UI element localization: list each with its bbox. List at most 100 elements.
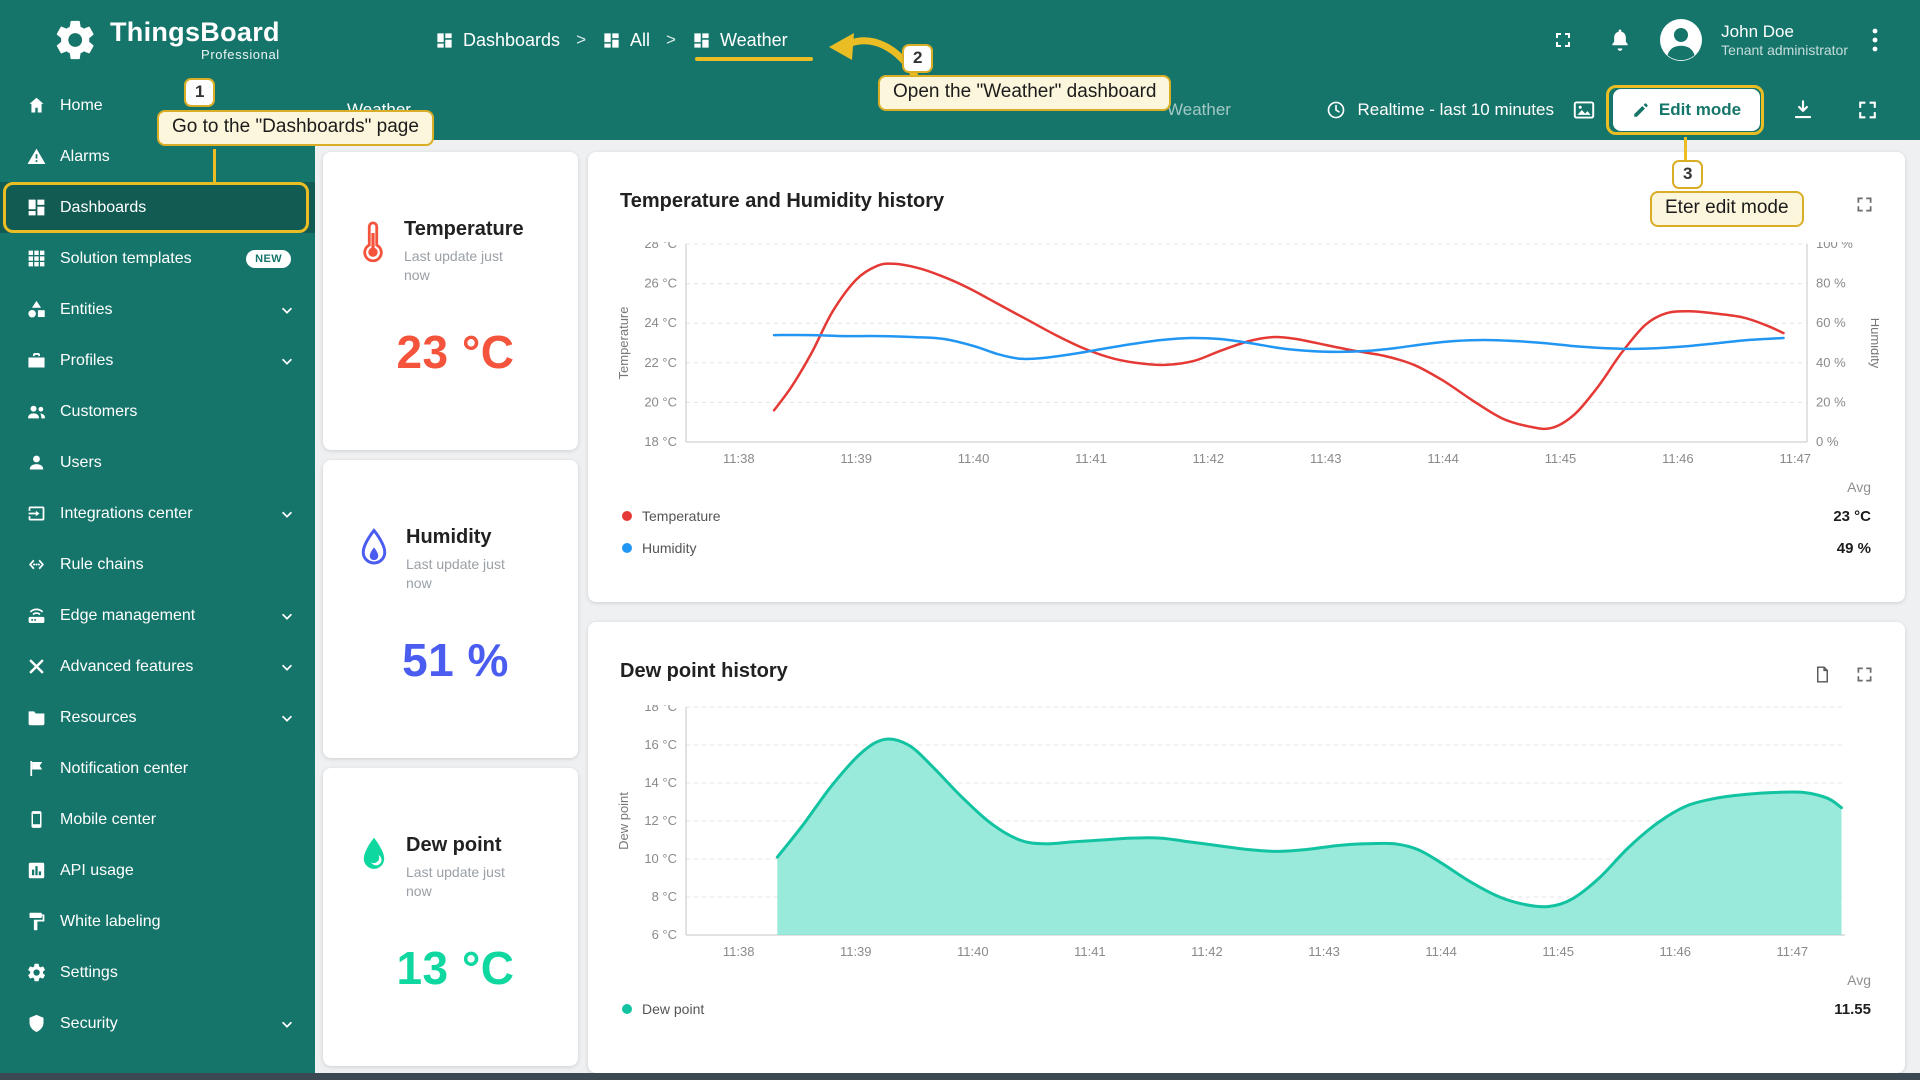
brand-subtitle: Professional [201, 47, 280, 62]
avg-header: Avg [1833, 474, 1871, 500]
sidebar-item-settings[interactable]: Settings [0, 947, 315, 998]
rules-icon [26, 554, 47, 575]
sidebar-item-advanced-features[interactable]: Advanced features [0, 641, 315, 692]
svg-text:11:46: 11:46 [1659, 944, 1691, 959]
sidebar-item-home[interactable]: Home [0, 80, 315, 131]
dew-drop-icon [357, 834, 391, 876]
dashboard-state-label: Weather [1167, 100, 1231, 120]
sidebar-item-notification-center[interactable]: Notification center [0, 743, 315, 794]
sidebar-item-label: Resources [60, 709, 136, 727]
svg-text:11:42: 11:42 [1193, 451, 1225, 466]
svg-text:20 °C: 20 °C [644, 394, 677, 409]
breadcrumb-weather[interactable]: Weather [692, 30, 788, 51]
avg-value: 11.55 [1834, 993, 1871, 1025]
home-icon [26, 95, 47, 116]
sidebar-item-dashboards[interactable]: Dashboards [0, 182, 315, 233]
settings-icon [26, 962, 47, 983]
svg-text:18 °C: 18 °C [644, 705, 677, 714]
sidebar-item-label: Security [60, 1015, 118, 1033]
svg-text:100 %: 100 % [1816, 242, 1853, 251]
dashboard-content: Temperature Last update just now 23 °C H… [315, 140, 1920, 1073]
sidebar-item-profiles[interactable]: Profiles [0, 335, 315, 386]
dashboards-icon [602, 31, 621, 50]
svg-text:11:40: 11:40 [958, 451, 990, 466]
fullscreen-icon[interactable] [1855, 98, 1880, 123]
sidebar-item-label: Entities [60, 301, 112, 319]
legend-item[interactable]: Dew point [622, 993, 704, 1025]
expand-fullscreen-icon[interactable] [1854, 664, 1875, 685]
sidebar-item-label: API usage [60, 862, 134, 880]
sidebar-item-resources[interactable]: Resources [0, 692, 315, 743]
water-drop-icon [357, 526, 391, 570]
chart-title: Dew point history [620, 660, 1905, 683]
card-title: Temperature [404, 218, 532, 241]
sidebar-item-white-labeling[interactable]: White labeling [0, 896, 315, 947]
card-subtitle: Last update just now [406, 555, 534, 593]
card-subtitle: Last update just now [406, 863, 534, 901]
api-icon [26, 860, 47, 881]
sidebar-item-label: Rule chains [60, 556, 144, 574]
dashboards-icon [435, 31, 454, 50]
svg-text:11:38: 11:38 [723, 451, 755, 466]
user-info: John Doe Tenant administrator [1721, 21, 1848, 60]
dew-point-value: 13 °C [357, 941, 554, 995]
chevron-down-icon [277, 606, 297, 626]
temperature-humidity-chart: 18 °C20 °C22 °C24 °C26 °C28 °CTemperatur… [614, 242, 1879, 474]
sidebar-item-entities[interactable]: Entities [0, 284, 315, 335]
more-vert-icon[interactable] [1870, 27, 1880, 53]
pencil-icon [1632, 101, 1650, 119]
svg-text:11:44: 11:44 [1425, 944, 1457, 959]
dashboard-toolbar: Weather Weather Realtime - last 10 minut… [315, 80, 1920, 140]
humidity-card[interactable]: Humidity Last update just now 51 % [323, 460, 578, 758]
timewindow-button[interactable]: Realtime - last 10 minutes [1325, 99, 1554, 121]
sidebar-item-edge-management[interactable]: Edge management [0, 590, 315, 641]
advanced-icon [26, 656, 47, 677]
avg-value: 49 % [1833, 532, 1871, 564]
edit-mode-button[interactable]: Edit mode [1613, 89, 1760, 131]
avatar[interactable] [1659, 18, 1703, 62]
avg-header: Avg [1834, 967, 1871, 993]
notifications-bell-icon[interactable] [1607, 27, 1633, 53]
integrations-icon [26, 503, 47, 524]
sidebar-item-mobile-center[interactable]: Mobile center [0, 794, 315, 845]
svg-text:11:47: 11:47 [1779, 451, 1811, 466]
chart-legend: Dew point Avg11.55 [588, 967, 1905, 1025]
svg-text:6 °C: 6 °C [652, 927, 677, 942]
chevron-down-icon [277, 504, 297, 524]
whitelabel-icon [26, 911, 47, 932]
sidebar-item-customers[interactable]: Customers [0, 386, 315, 437]
legend-item[interactable]: Temperature [622, 500, 721, 532]
dew-point-card[interactable]: Dew point Last update just now 13 °C [323, 768, 578, 1066]
security-icon [26, 1013, 47, 1034]
sidebar-item-label: White labeling [60, 913, 161, 931]
sidebar-item-integrations-center[interactable]: Integrations center [0, 488, 315, 539]
mobile-icon [26, 809, 47, 830]
svg-text:11:47: 11:47 [1777, 944, 1809, 959]
chart-title: Temperature and Humidity history [620, 190, 1905, 213]
edge-icon [26, 605, 47, 626]
temperature-card[interactable]: Temperature Last update just now 23 °C [323, 152, 578, 450]
sidebar-item-solution-templates[interactable]: Solution templatesNEW [0, 233, 315, 284]
expand-fullscreen-icon[interactable] [1854, 194, 1875, 215]
value-cards-column: Temperature Last update just now 23 °C H… [323, 152, 578, 1066]
dashboards-icon [26, 197, 47, 218]
legend-item[interactable]: Humidity [622, 532, 721, 564]
svg-text:28 °C: 28 °C [644, 242, 677, 251]
fullscreen-icon[interactable] [1551, 28, 1575, 52]
sidebar-item-users[interactable]: Users [0, 437, 315, 488]
breadcrumb-dashboards[interactable]: Dashboards [435, 30, 560, 51]
sidebar-item-api-usage[interactable]: API usage [0, 845, 315, 896]
sidebar: HomeAlarmsDashboardsSolution templatesNE… [0, 80, 315, 1080]
chevron-down-icon [277, 708, 297, 728]
image-icon[interactable] [1571, 97, 1597, 123]
sidebar-item-alarms[interactable]: Alarms [0, 131, 315, 182]
export-data-icon[interactable] [1813, 664, 1832, 685]
user-role: Tenant administrator [1721, 42, 1848, 60]
sidebar-item-security[interactable]: Security [0, 998, 315, 1049]
breadcrumb-all[interactable]: All [602, 30, 650, 51]
sidebar-item-rule-chains[interactable]: Rule chains [0, 539, 315, 590]
chevron-down-icon [277, 351, 297, 371]
download-icon[interactable] [1790, 97, 1816, 123]
svg-text:Temperature: Temperature [616, 307, 631, 380]
users-icon [26, 452, 47, 473]
